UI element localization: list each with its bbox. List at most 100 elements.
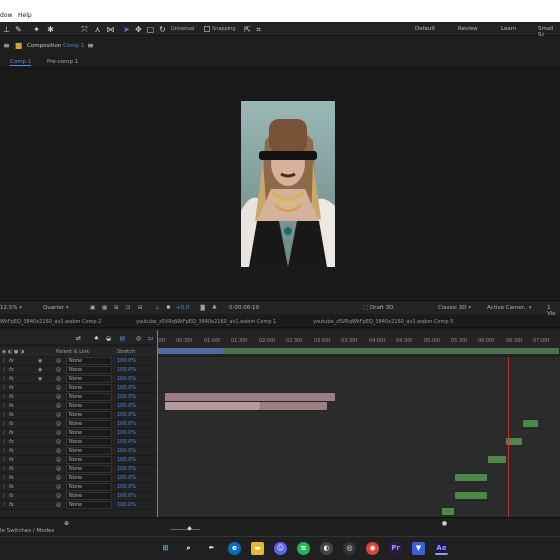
timeline-tab-comp-2[interactable]: WkFpEQ_3840x2160_av1.webm Comp 2 xyxy=(0,319,101,325)
show-snapshot-icon[interactable]: ♣ xyxy=(212,305,217,311)
pick-whip-icon[interactable]: @ xyxy=(56,484,61,490)
puppet-pin-icon[interactable]: ✱ xyxy=(46,25,55,34)
layer-row[interactable]: / fx ◉ @ None 100.0% xyxy=(0,375,157,384)
selection-tool-icon[interactable]: ➤ xyxy=(122,25,131,34)
steam-icon[interactable]: ◐ xyxy=(320,542,333,555)
search-icon[interactable]: ⌕ xyxy=(182,542,195,555)
pick-whip-icon[interactable]: @ xyxy=(56,502,61,508)
resolution-dropdown[interactable]: Quarter xyxy=(43,305,69,311)
layer-bar[interactable] xyxy=(488,456,506,463)
visibility-icon[interactable]: ◉ xyxy=(38,358,42,364)
zoom-dropdown[interactable]: 12.5% xyxy=(0,305,22,311)
shy-layers-icon[interactable]: ◒ xyxy=(104,334,113,343)
parent-dropdown[interactable]: None xyxy=(66,420,112,428)
pick-whip-icon[interactable]: @ xyxy=(56,403,61,409)
layer-lock-icon[interactable]: / xyxy=(3,430,5,436)
layer-bar[interactable] xyxy=(165,402,260,410)
subtab-comp-1[interactable]: Comp 1 xyxy=(10,59,32,66)
menu-help[interactable]: Help xyxy=(18,12,32,19)
pick-whip-icon[interactable]: @ xyxy=(56,412,61,418)
frame-render-icon[interactable]: ⊕ xyxy=(62,519,71,528)
fx-switch-icon[interactable]: fx xyxy=(9,484,14,490)
world-axis-icon[interactable]: ⋈ xyxy=(106,25,115,34)
layer-row[interactable]: / fx @ None 100.0% xyxy=(0,474,157,483)
stretch-value[interactable]: 100.0% xyxy=(117,502,136,508)
spotify-icon[interactable]: ≋ xyxy=(297,542,310,555)
layer-bar[interactable] xyxy=(260,402,327,410)
layer-row[interactable]: / fx ◉ @ None 100.0% xyxy=(0,366,157,375)
fx-switch-icon[interactable]: fx xyxy=(9,367,14,373)
pick-whip-icon[interactable]: @ xyxy=(56,439,61,445)
parent-dropdown[interactable]: None xyxy=(66,366,112,374)
workspace-review[interactable]: Review xyxy=(458,26,478,32)
layer-row[interactable]: / fx @ None 100.0% xyxy=(0,411,157,420)
fx-switch-icon[interactable]: fx xyxy=(9,358,14,364)
parent-dropdown[interactable]: None xyxy=(66,393,112,401)
parent-dropdown[interactable]: None xyxy=(66,384,112,392)
color-management-icon[interactable]: ♨ xyxy=(155,305,160,311)
pick-whip-icon[interactable]: @ xyxy=(56,358,61,364)
pick-whip-icon[interactable]: @ xyxy=(56,466,61,472)
fx-switch-icon[interactable]: fx xyxy=(9,439,14,445)
layer-lock-icon[interactable]: / xyxy=(3,385,5,391)
premiere-icon[interactable]: Pr xyxy=(389,542,402,555)
draft-3d-toggle[interactable]: ⬚ Draft 3D xyxy=(363,305,393,311)
stretch-value[interactable]: 100.0% xyxy=(117,403,136,409)
timeline-tab-comp-1[interactable]: youtube_z5VRqWkFpEQ_3840x2160_av1.webm C… xyxy=(136,319,276,325)
time-ruler[interactable]: 00f 00:30f 01:00f 01:30f 02:00f 02:30f 0… xyxy=(157,330,560,356)
parent-dropdown[interactable]: None xyxy=(66,474,112,482)
timecode[interactable]: 0:00:06:19 xyxy=(229,305,259,311)
layer-lock-icon[interactable]: / xyxy=(3,421,5,427)
camera-tool-icon[interactable]: ▢ xyxy=(146,25,155,34)
menu-window[interactable]: dow xyxy=(0,12,12,19)
timeline-tracks[interactable] xyxy=(157,330,560,517)
parent-dropdown[interactable]: None xyxy=(66,411,112,419)
puppet-tool-icon[interactable]: ⊥ xyxy=(2,25,11,34)
stretch-value[interactable]: 100.0% xyxy=(117,367,136,373)
stretch-value[interactable]: 100.0% xyxy=(117,493,136,499)
chrome-icon[interactable]: ◉ xyxy=(366,542,379,555)
layer-lock-icon[interactable]: / xyxy=(3,394,5,400)
pick-whip-icon[interactable]: @ xyxy=(56,385,61,391)
stretch-value[interactable]: 100.0% xyxy=(117,448,136,454)
time-navigator-icon[interactable]: ● xyxy=(440,519,449,528)
fx-switch-icon[interactable]: fx xyxy=(9,394,14,400)
stretch-value[interactable]: 100.0% xyxy=(117,358,136,364)
parent-dropdown[interactable]: None xyxy=(66,501,112,509)
fx-switch-icon[interactable]: fx xyxy=(9,376,14,382)
pick-whip-icon[interactable]: @ xyxy=(56,430,61,436)
fx-switch-icon[interactable]: fx xyxy=(9,457,14,463)
parent-link-header[interactable]: Parent & Link xyxy=(56,349,89,355)
snapping-checkbox[interactable] xyxy=(204,26,210,32)
layer-row[interactable]: / fx @ None 100.0% xyxy=(0,429,157,438)
stretch-value[interactable]: 100.0% xyxy=(117,376,136,382)
move-tool-icon[interactable]: ✥ xyxy=(134,25,143,34)
timeline-tab-comp-5[interactable]: youtube_z5VRqWkFpEQ_3840x2160_av1.webm C… xyxy=(313,319,453,325)
layer-lock-icon[interactable]: / xyxy=(3,439,5,445)
pick-whip-icon[interactable]: @ xyxy=(56,475,61,481)
layer-lock-icon[interactable]: / xyxy=(3,376,5,382)
layer-bar[interactable] xyxy=(165,393,335,401)
comp-mini-flowchart-icon[interactable]: ⇄ xyxy=(74,334,83,343)
fx-switch-icon[interactable]: fx xyxy=(9,502,14,508)
fx-switch-icon[interactable]: fx xyxy=(9,475,14,481)
layer-bar[interactable] xyxy=(455,474,487,481)
pick-whip-icon[interactable]: @ xyxy=(56,493,61,499)
graph-editor-icon[interactable]: ▭ xyxy=(146,334,155,343)
obs-icon[interactable]: ◎ xyxy=(343,542,356,555)
stretch-value[interactable]: 100.0% xyxy=(117,394,136,400)
playhead-marker[interactable] xyxy=(508,357,509,517)
stretch-value[interactable]: 100.0% xyxy=(117,484,136,490)
fx-switch-icon[interactable]: fx xyxy=(9,421,14,427)
parent-dropdown[interactable]: None xyxy=(66,357,112,365)
layer-row[interactable]: / fx @ None 100.0% xyxy=(0,438,157,447)
renderer-dropdown[interactable]: Classic 3D xyxy=(438,305,471,311)
parent-dropdown[interactable]: None xyxy=(66,402,112,410)
layer-row[interactable]: / fx @ None 100.0% xyxy=(0,456,157,465)
stretch-value[interactable]: 100.0% xyxy=(117,466,136,472)
zoom-slider-handle-icon[interactable]: ◆ xyxy=(185,524,194,533)
layer-row[interactable]: / fx @ None 100.0% xyxy=(0,447,157,456)
fx-switch-icon[interactable]: fx xyxy=(9,385,14,391)
explorer-icon[interactable]: ▬ xyxy=(251,542,264,555)
layer-bar[interactable] xyxy=(523,420,538,427)
